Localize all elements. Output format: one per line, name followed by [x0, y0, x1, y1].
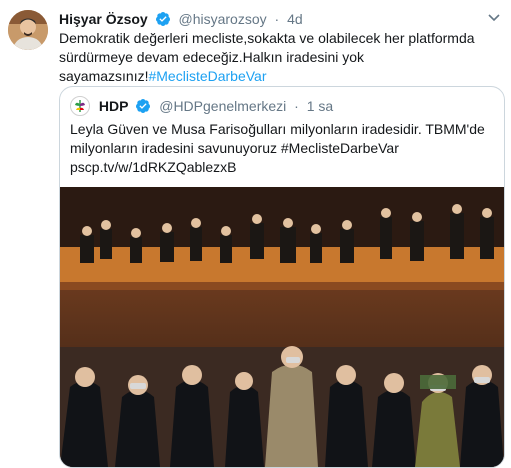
author-name[interactable]: Hişyar Özsoy — [59, 11, 148, 27]
quoted-author-handle[interactable]: @HDPgenelmerkezi — [159, 98, 286, 114]
hashtag-link[interactable]: #MeclisteDarbeVar — [148, 68, 266, 84]
quoted-text: Leyla Güven ve Musa Farisoğulları milyon… — [70, 121, 485, 175]
quoted-tweet[interactable]: HDP @HDPgenelmerkezi · 1 sa Leyla Güven … — [59, 86, 505, 468]
hdp-logo-icon[interactable] — [70, 96, 90, 116]
photo-image-icon — [60, 187, 504, 467]
tweet-header: Hişyar Özsoy @hisyarozsoy · 4d — [59, 10, 481, 30]
author-avatar[interactable] — [8, 10, 48, 50]
quoted-time[interactable]: 1 sa — [307, 98, 333, 114]
tweet-time[interactable]: 4d — [287, 11, 303, 27]
separator-dot: · — [274, 11, 280, 27]
quoted-author-name[interactable]: HDP — [99, 98, 129, 114]
chevron-down-icon[interactable] — [487, 10, 501, 24]
tweet[interactable]: Hişyar Özsoy @hisyarozsoy · 4d Demokrati… — [0, 0, 511, 468]
verified-badge-icon — [135, 98, 151, 119]
author-handle[interactable]: @hisyarozsoy — [179, 11, 267, 27]
quoted-header: HDP @HDPgenelmerkezi · 1 sa — [70, 96, 333, 116]
avatar-image-icon — [8, 10, 48, 50]
separator-dot: · — [294, 98, 299, 114]
verified-badge-icon — [155, 11, 171, 31]
parliament-photo[interactable] — [60, 187, 504, 467]
tweet-text: Demokratik değerleri mecliste,sokakta ve… — [59, 29, 479, 86]
